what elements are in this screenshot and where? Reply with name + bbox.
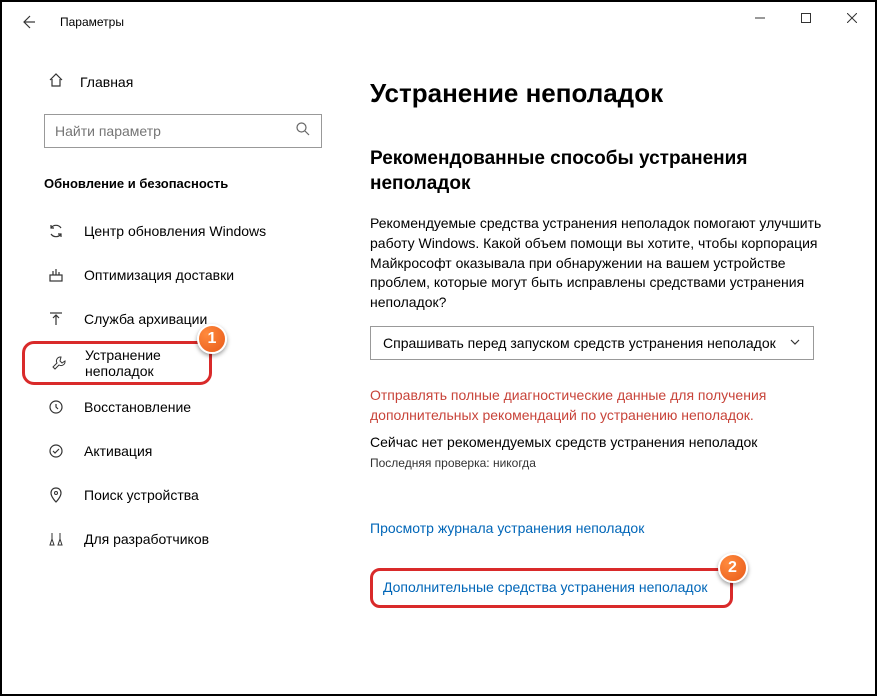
sidebar-item-label: Служба архивации <box>84 311 207 327</box>
recommendation-dropdown[interactable]: Спрашивать перед запуском средств устран… <box>370 326 814 360</box>
back-button[interactable] <box>20 14 36 30</box>
sidebar-item-label: Центр обновления Windows <box>84 223 266 239</box>
minimize-button[interactable] <box>737 2 783 34</box>
sidebar-item-developers[interactable]: Для разработчиков <box>22 517 322 561</box>
sidebar-item-label: Для разработчиков <box>84 531 209 547</box>
chevron-down-icon <box>789 335 801 351</box>
home-nav[interactable]: Главная <box>22 62 322 102</box>
sidebar-item-backup[interactable]: Служба архивации <box>22 297 322 341</box>
annotation-badge-2: 2 <box>718 553 748 583</box>
dropdown-value: Спрашивать перед запуском средств устран… <box>383 335 776 351</box>
search-input-wrap[interactable] <box>44 114 322 148</box>
home-label: Главная <box>80 74 133 90</box>
annotation-badge-1: 1 <box>197 324 227 354</box>
subheading: Рекомендованные способы устранения непол… <box>370 147 841 196</box>
section-header: Обновление и безопасность <box>44 176 322 191</box>
sidebar-item-label: Активация <box>84 443 152 459</box>
additional-troubleshooters-highlight: Дополнительные средства устранения непол… <box>370 568 733 608</box>
recovery-icon <box>48 399 66 415</box>
page-title: Устранение неполадок <box>370 78 841 109</box>
sync-icon <box>48 223 66 239</box>
sidebar-item-find-device[interactable]: Поиск устройства <box>22 473 322 517</box>
sidebar-item-label: Устранение неполадок <box>85 347 209 379</box>
sidebar-item-delivery[interactable]: Оптимизация доставки <box>22 253 322 297</box>
last-check-text: Последняя проверка: никогда <box>370 456 841 470</box>
maximize-button[interactable] <box>783 2 829 34</box>
check-icon <box>48 443 66 459</box>
backup-icon <box>48 311 66 327</box>
search-input[interactable] <box>55 123 295 139</box>
no-recommendations-text: Сейчас нет рекомендуемых средств устране… <box>370 434 841 450</box>
delivery-icon <box>48 267 66 283</box>
additional-troubleshooters-link[interactable]: Дополнительные средства устранения непол… <box>383 579 708 595</box>
close-button[interactable] <box>829 2 875 34</box>
search-icon <box>295 121 311 142</box>
window-title: Параметры <box>60 15 124 29</box>
sidebar-item-activation[interactable]: Активация <box>22 429 322 473</box>
tools-icon <box>48 531 66 547</box>
sidebar-item-label: Оптимизация доставки <box>84 267 234 283</box>
sidebar-item-recovery[interactable]: Восстановление <box>22 385 322 429</box>
home-icon <box>48 72 64 93</box>
wrench-icon <box>51 355 67 371</box>
sidebar-item-label: Поиск устройства <box>84 487 199 503</box>
body-text: Рекомендуемые средства устранения непола… <box>370 214 841 312</box>
sidebar: Главная Обновление и безопасность Центр … <box>2 42 342 694</box>
sidebar-item-windows-update[interactable]: Центр обновления Windows <box>22 209 322 253</box>
sidebar-item-label: Восстановление <box>84 399 191 415</box>
location-icon <box>48 487 66 503</box>
diagnostic-warning: Отправлять полные диагностические данные… <box>370 386 841 425</box>
sidebar-item-troubleshoot[interactable]: Устранение неполадок 1 <box>22 341 212 385</box>
main-content: Устранение неполадок Рекомендованные спо… <box>342 42 875 694</box>
history-link[interactable]: Просмотр журнала устранения неполадок <box>370 520 644 536</box>
